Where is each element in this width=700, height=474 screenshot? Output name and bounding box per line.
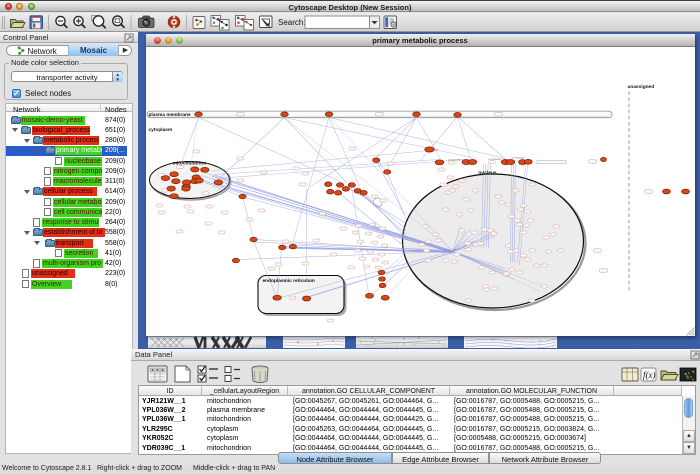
- svg-text:unassigned: unassigned: [627, 84, 654, 90]
- svg-text:f(x): f(x): [643, 370, 656, 380]
- svg-text:plasma membrane: plasma membrane: [148, 112, 190, 118]
- svg-text:GO:0044464: GO:0044464: [448, 159, 461, 161]
- svg-text:GO:0044464: GO:0044464: [488, 159, 501, 161]
- svg-text:GO:0044464: GO:0044464: [511, 157, 524, 159]
- svg-text:cytoplasm: cytoplasm: [148, 127, 172, 133]
- svg-text:Search:: Search:: [278, 18, 306, 27]
- svg-text:nucleus: nucleus: [478, 170, 496, 176]
- svg-text:endoplasmic reticulum: endoplasmic reticulum: [262, 278, 314, 284]
